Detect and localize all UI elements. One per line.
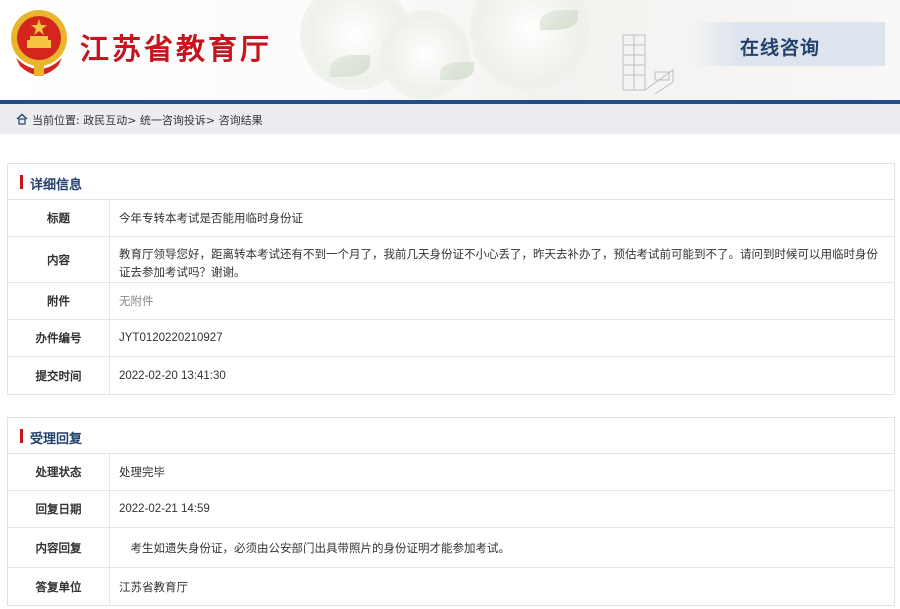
site-title: 江苏省教育厅: [80, 32, 273, 66]
detail-panel: 详细信息 标题 今年专转本考试是否能用临时身份证 内容 教育厅领导您好，距离转本…: [7, 163, 895, 395]
reply-row-content: 内容回复 考生如遗失身份证，必须由公安部门出具带照片的身份证明才能参加考试。: [8, 528, 894, 568]
reply-panel-title: 受理回复: [30, 432, 83, 447]
detail-panel-title: 详细信息: [30, 178, 83, 193]
row-label: 处理状态: [8, 454, 110, 490]
detail-row-case-number: 办件编号 JYT0120220210927: [8, 320, 894, 357]
row-value: 2022-02-20 13:41:30: [119, 369, 226, 382]
site-header: 江苏省教育厅 在线咨询: [0, 0, 900, 100]
breadcrumb-text: 当前位置: 政民互动> 统一咨询投诉> 咨询结果: [32, 114, 263, 127]
row-value: 无附件: [119, 294, 154, 308]
detail-panel-header: 详细信息: [8, 164, 894, 200]
reply-row-status: 处理状态 处理完毕: [8, 454, 894, 491]
row-value: 考生如遗失身份证，必须由公安部门出具带照片的身份证明才能参加考试。: [119, 540, 510, 555]
reply-row-unit: 答复单位 江苏省教育厅: [8, 568, 894, 605]
detail-row-title: 标题 今年专转本考试是否能用临时身份证: [8, 200, 894, 237]
row-label: 附件: [8, 283, 110, 319]
row-value: JYT0120220210927: [119, 332, 223, 344]
row-label: 办件编号: [8, 320, 110, 356]
national-emblem-icon: [11, 10, 67, 76]
row-label: 标题: [8, 200, 110, 236]
row-value: 教育厅领导您好，距离转本考试还有不到一个月了，我前几天身份证不小心丢了，昨天去补…: [119, 247, 878, 279]
breadcrumb: 当前位置: 政民互动> 统一咨询投诉> 咨询结果: [0, 104, 900, 134]
detail-row-content: 内容 教育厅领导您好，距离转本考试还有不到一个月了，我前几天身份证不小心丢了，昨…: [8, 237, 894, 283]
building-sketch-icon: [622, 34, 674, 95]
row-label: 答复单位: [8, 568, 110, 605]
reply-row-date: 回复日期 2022-02-21 14:59: [8, 491, 894, 528]
row-label: 提交时间: [8, 357, 110, 394]
home-icon: [16, 113, 28, 125]
row-value: 2022-02-21 14:59: [119, 503, 210, 515]
row-label: 内容: [8, 237, 110, 282]
row-label: 回复日期: [8, 491, 110, 527]
detail-row-attachment: 附件 无附件: [8, 283, 894, 320]
detail-row-submit-time: 提交时间 2022-02-20 13:41:30: [8, 357, 894, 394]
row-label: 内容回复: [8, 528, 110, 567]
row-value: 处理完毕: [119, 465, 165, 479]
reply-panel-header: 受理回复: [8, 418, 894, 454]
row-value: 江苏省教育厅: [119, 579, 188, 594]
reply-panel: 受理回复 处理状态 处理完毕 回复日期 2022-02-21 14:59 内容回…: [7, 417, 895, 606]
online-consultation-label: 在线咨询: [740, 37, 821, 59]
row-value: 今年专转本考试是否能用临时身份证: [119, 211, 303, 225]
